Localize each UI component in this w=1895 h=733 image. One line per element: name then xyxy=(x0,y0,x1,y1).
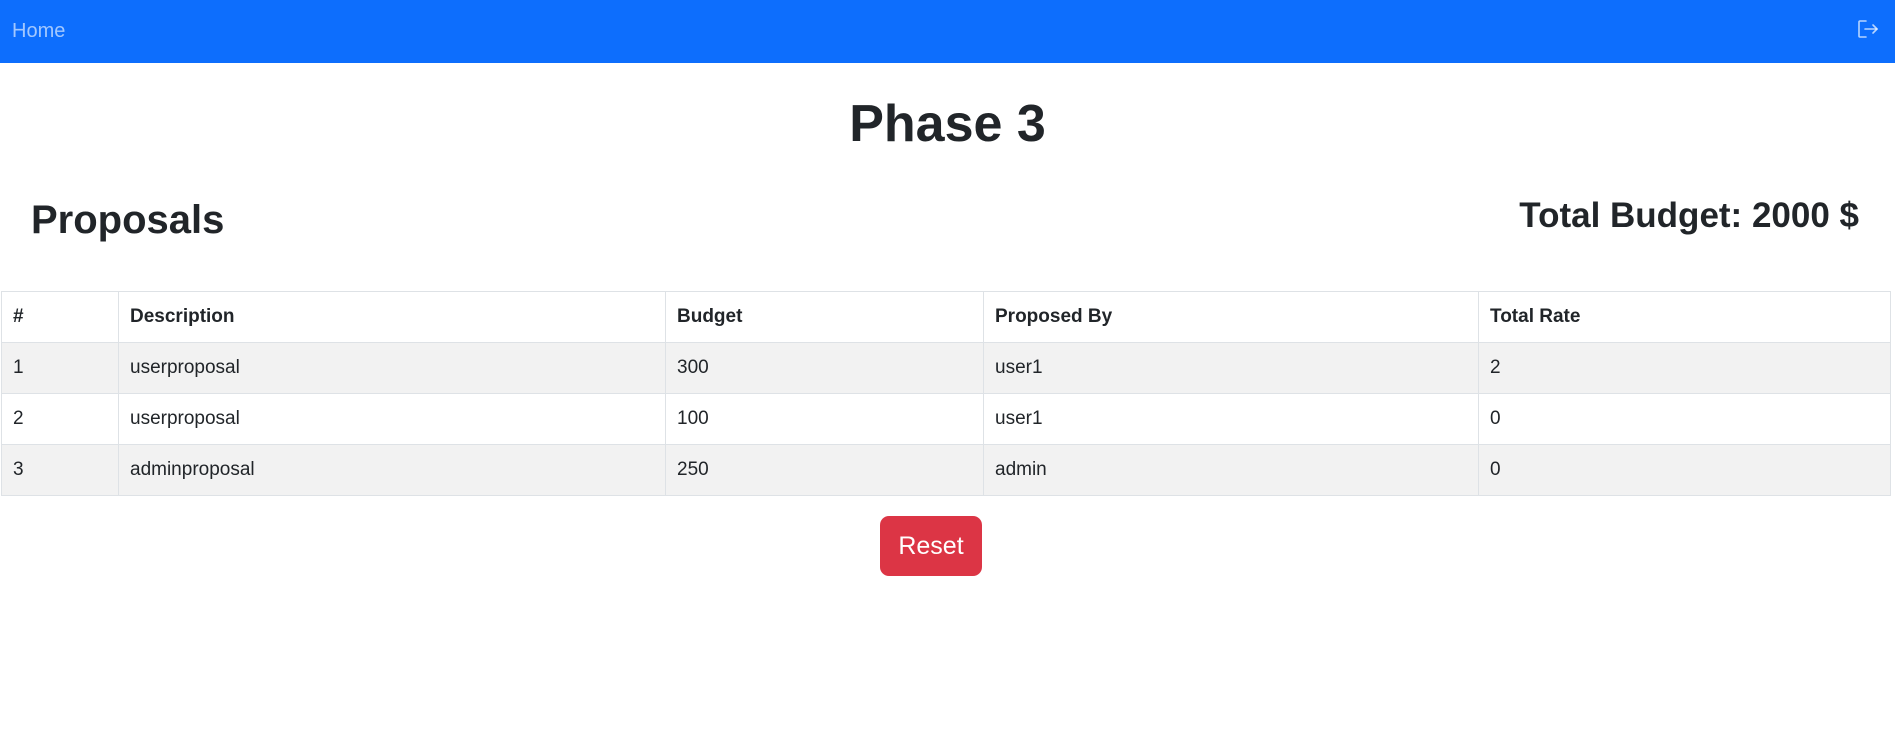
page-title: Phase 3 xyxy=(849,95,1046,153)
cell-budget: 250 xyxy=(665,444,984,496)
cell-proposed-by: admin xyxy=(983,444,1479,496)
table-row: 3 adminproposal 250 admin 0 xyxy=(1,444,1891,496)
header-budget: Budget xyxy=(665,291,984,343)
table-row: 1 userproposal 300 user1 2 xyxy=(1,342,1891,394)
cell-total-rate: 0 xyxy=(1478,444,1891,496)
proposals-table: # Description Budget Proposed By Total R… xyxy=(1,291,1891,496)
total-budget: Total Budget: 2000 $ xyxy=(1519,196,1859,235)
top-navbar: Home xyxy=(0,0,1895,63)
cell-description: userproposal xyxy=(118,393,666,445)
logout-button[interactable] xyxy=(1853,17,1883,47)
cell-number: 2 xyxy=(1,393,119,445)
nav-home-link[interactable]: Home xyxy=(12,20,65,43)
proposals-heading: Proposals xyxy=(31,198,225,242)
header-proposed-by: Proposed By xyxy=(983,291,1479,343)
cell-proposed-by: user1 xyxy=(983,342,1479,394)
header-total-rate: Total Rate xyxy=(1478,291,1891,343)
header-description: Description xyxy=(118,291,666,343)
cell-budget: 100 xyxy=(665,393,984,445)
logout-icon xyxy=(1857,19,1879,44)
cell-proposed-by: user1 xyxy=(983,393,1479,445)
header-number: # xyxy=(1,291,119,343)
reset-button[interactable]: Reset xyxy=(880,516,982,576)
cell-number: 1 xyxy=(1,342,119,394)
cell-description: userproposal xyxy=(118,342,666,394)
cell-budget: 300 xyxy=(665,342,984,394)
cell-total-rate: 0 xyxy=(1478,393,1891,445)
table-row: 2 userproposal 100 user1 0 xyxy=(1,393,1891,445)
cell-description: adminproposal xyxy=(118,444,666,496)
table-header-row: # Description Budget Proposed By Total R… xyxy=(1,291,1891,343)
cell-total-rate: 2 xyxy=(1478,342,1891,394)
cell-number: 3 xyxy=(1,444,119,496)
proposals-table-container: # Description Budget Proposed By Total R… xyxy=(1,291,1891,496)
